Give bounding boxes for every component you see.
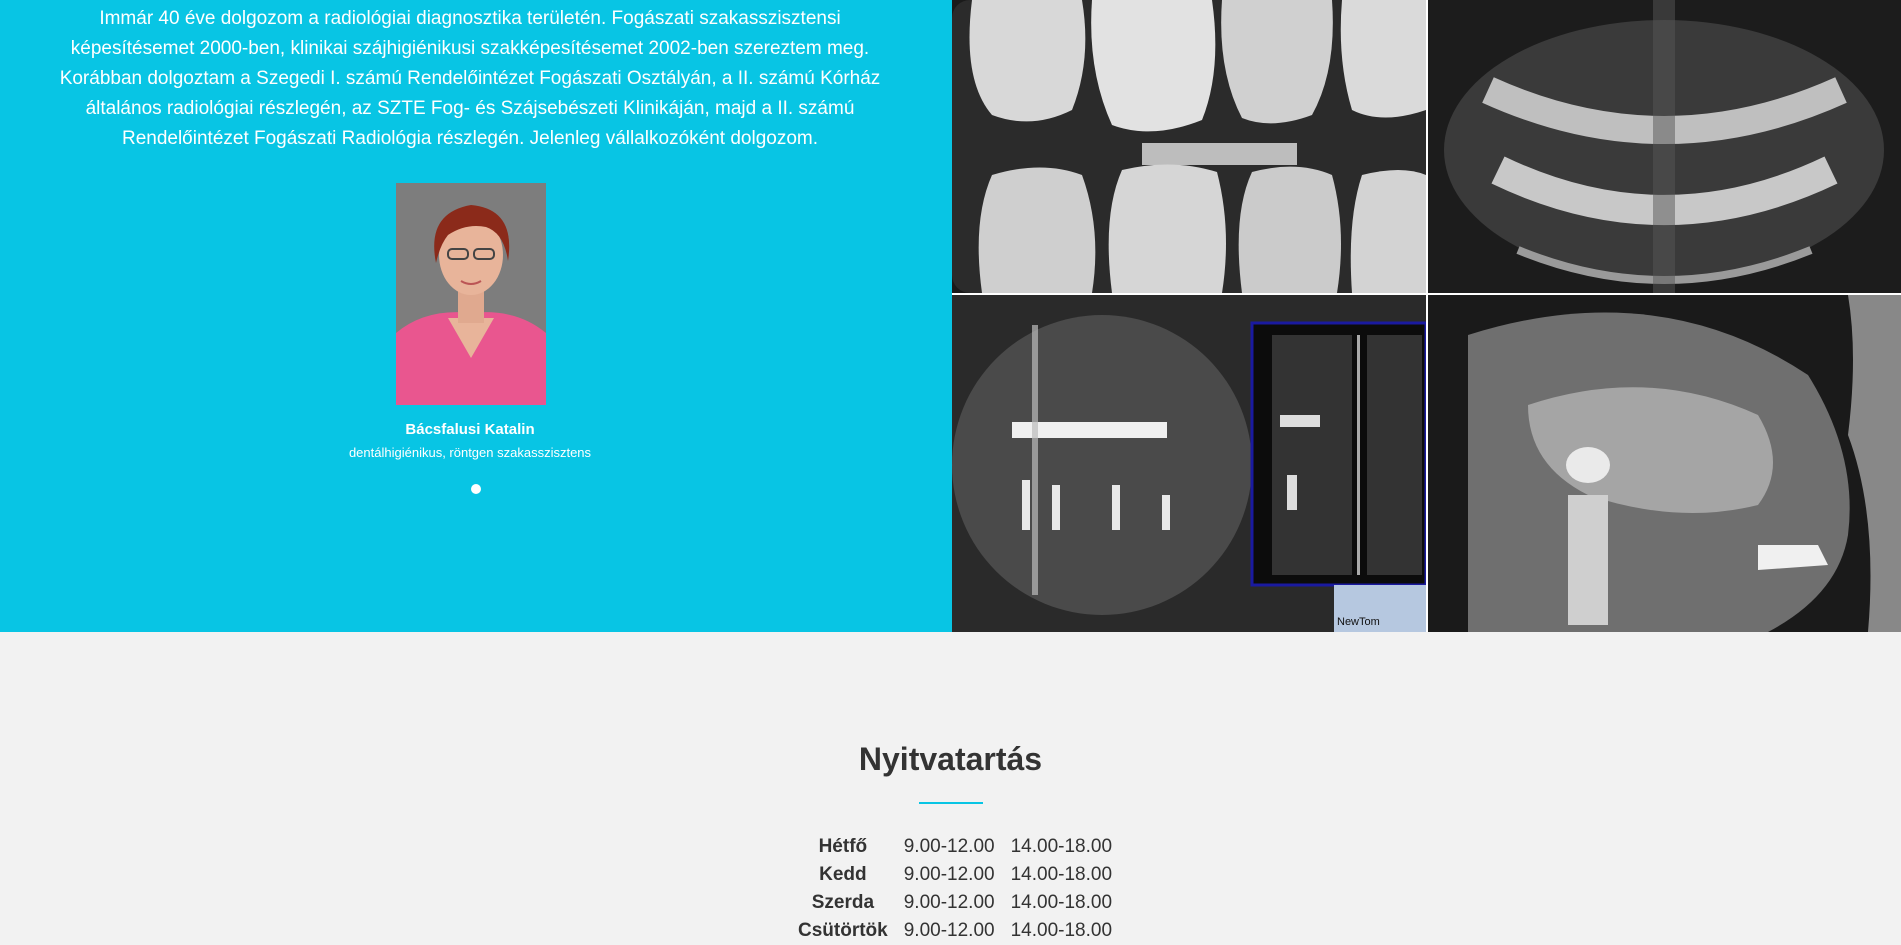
- bitewing-xray[interactable]: [952, 0, 1426, 293]
- cbct-xray-image: NewTom: [952, 295, 1426, 632]
- staff-photo: [396, 183, 546, 405]
- ceph-xray-image: [1428, 295, 1901, 632]
- hours-row: Csütörtök 9.00-12.00 14.00-18.00: [790, 917, 1120, 945]
- staff-slider: Immár 40 éve dolgozom a radiológiai diag…: [0, 0, 952, 632]
- day-label: Hétfő: [818, 836, 868, 857]
- hours-table: Hétfő 9.00-12.00 14.00-18.00 Kedd 9.00-1…: [790, 833, 1120, 945]
- bitewing-xray-image: [952, 0, 1426, 293]
- morning-hours: 9.00-12.00: [903, 892, 995, 913]
- afternoon-hours: 14.00-18.00: [1010, 864, 1113, 885]
- staff-role: dentálhigiénikus, röntgen szakassziszten…: [348, 445, 592, 460]
- hours-row: Kedd 9.00-12.00 14.00-18.00: [790, 861, 1120, 889]
- afternoon-hours: 14.00-18.00: [1010, 892, 1113, 913]
- ct-brand-label: NewTom: [1337, 616, 1380, 628]
- staff-name: Bácsfalusi Katalin: [405, 421, 535, 438]
- panoramic-xray-image: [1428, 0, 1901, 293]
- morning-hours: 9.00-12.00: [903, 864, 995, 885]
- staff-bio: Immár 40 éve dolgozom a radiológiai diag…: [59, 8, 881, 149]
- xray-gallery: NewTom: [952, 0, 1901, 632]
- day-label: Kedd: [819, 864, 867, 885]
- opening-hours-section: Nyitvatartás Hétfő 9.00-12.00 14.00-18.0…: [0, 632, 1901, 941]
- hours-row: Hétfő 9.00-12.00 14.00-18.00: [790, 833, 1120, 861]
- hours-row: Szerda 9.00-12.00 14.00-18.00: [790, 889, 1120, 917]
- morning-hours: 9.00-12.00: [903, 920, 995, 941]
- day-label: Csütörtök: [798, 920, 888, 941]
- slider-dot[interactable]: [471, 484, 481, 494]
- title-underline: [919, 802, 983, 804]
- afternoon-hours: 14.00-18.00: [1010, 836, 1113, 857]
- cbct-xray[interactable]: NewTom: [952, 295, 1426, 632]
- portrait-image: [396, 183, 546, 405]
- ceph-xray[interactable]: [1428, 295, 1901, 632]
- hours-title: Nyitvatartás: [858, 741, 1043, 777]
- afternoon-hours: 14.00-18.00: [1010, 920, 1113, 941]
- panoramic-xray[interactable]: [1428, 0, 1901, 293]
- morning-hours: 9.00-12.00: [903, 836, 995, 857]
- day-label: Szerda: [811, 892, 875, 913]
- top-section: Immár 40 éve dolgozom a radiológiai diag…: [0, 0, 1901, 632]
